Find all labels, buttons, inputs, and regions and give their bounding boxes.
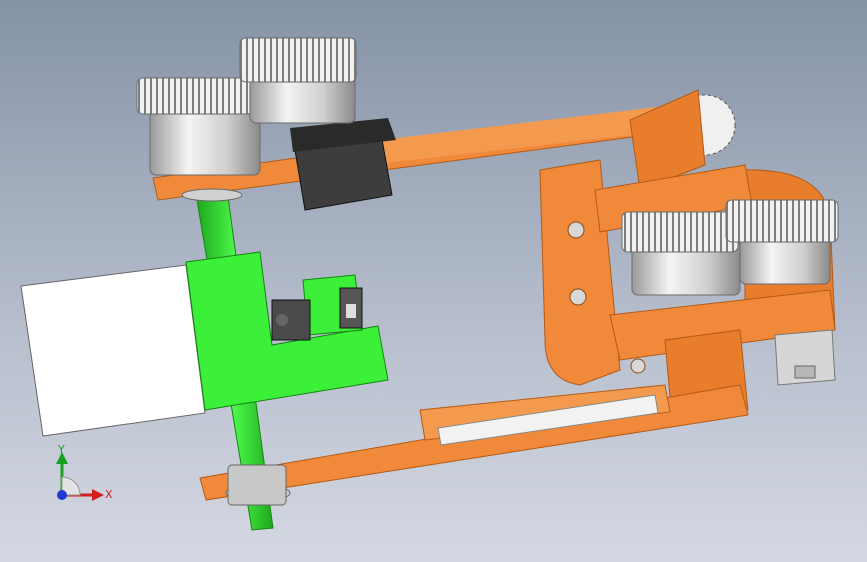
pulley-right-1 <box>621 211 741 296</box>
bottom-shaft-hub <box>227 464 287 506</box>
white-block <box>20 264 206 437</box>
pulley-top-left <box>136 77 261 176</box>
z-axis-dot <box>57 490 67 500</box>
pulley-right-2 <box>725 199 839 285</box>
coordinate-triad[interactable]: Y X <box>56 443 113 501</box>
x-axis-label: X <box>105 488 113 501</box>
pulley-top-center <box>239 37 357 124</box>
plate-hole-1 <box>567 221 585 239</box>
3d-model-viewport[interactable]: Y X <box>0 0 867 562</box>
bracket-slot <box>794 365 816 379</box>
plate-hole-2 <box>569 288 587 306</box>
x-axis-arrowhead <box>92 489 104 501</box>
plate-hole-3 <box>630 358 646 374</box>
servo-motor <box>290 118 396 211</box>
y-axis-label: Y <box>57 443 65 456</box>
top-shaft-bearing <box>181 188 243 202</box>
